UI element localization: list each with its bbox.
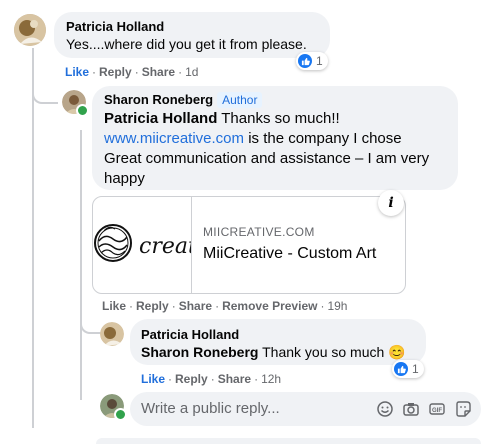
comment-text: Patricia Holland Thanks so much!! www.mi… xyxy=(104,109,454,189)
share-button[interactable]: Share xyxy=(142,65,175,79)
reply-input[interactable]: Write a public reply... xyxy=(141,400,280,417)
reply-button[interactable]: Reply xyxy=(99,65,132,79)
mention[interactable]: Sharon Roneberg xyxy=(141,344,258,360)
comment-actions: Like · Reply · Share · Remove Preview · 19h xyxy=(102,299,348,313)
text-line: Great communication and assistance – I a… xyxy=(104,150,430,167)
sticker-icon[interactable] xyxy=(453,399,473,419)
comment-actions: Like · Reply · Share · 1d xyxy=(65,65,199,79)
timestamp[interactable]: 12h xyxy=(261,372,281,386)
comment-author[interactable]: Patricia Holland xyxy=(66,19,164,34)
comment-actions: Like · Reply · Share · 12h xyxy=(141,372,282,386)
comment-bubble: Patricia Holland Sharon Roneberg Thank y… xyxy=(130,319,426,365)
reaction-count-value: 1 xyxy=(316,54,323,68)
camera-icon[interactable] xyxy=(401,399,421,419)
comment-author[interactable]: Patricia Holland xyxy=(141,327,239,342)
timestamp[interactable]: 1d xyxy=(185,65,198,79)
online-status-indicator xyxy=(114,408,127,421)
logo-script-text: creat xyxy=(139,234,191,259)
thread-line-nested xyxy=(80,130,82,400)
link-preview-card[interactable]: creat MIICREATIVE.COM MiiCreative - Cust… xyxy=(92,196,406,294)
share-button[interactable]: Share xyxy=(179,299,212,313)
link-preview-title[interactable]: MiiCreative - Custom Art xyxy=(203,245,376,263)
timestamp[interactable]: 19h xyxy=(327,299,347,313)
text-line: is the company I chose xyxy=(244,130,402,147)
like-button[interactable]: Like xyxy=(65,65,89,79)
thread-line xyxy=(32,48,34,428)
thread-line-curve xyxy=(32,90,58,104)
mention[interactable]: Patricia Holland xyxy=(104,110,217,127)
comment-author-line: Sharon Roneberg Author xyxy=(104,92,263,108)
link-preview-image: creat xyxy=(93,197,192,293)
text-line: happy xyxy=(104,170,145,187)
link-preview-domain: MIICREATIVE.COM xyxy=(203,225,315,239)
svg-text:GIF: GIF xyxy=(432,408,442,414)
reply-tools: GIF xyxy=(375,392,473,426)
text-line: Thanks so much!! xyxy=(217,110,340,127)
reply-button[interactable]: Reply xyxy=(136,299,169,313)
author-badge: Author xyxy=(217,92,263,108)
avatar[interactable] xyxy=(100,322,124,346)
thread-line-nested-curve xyxy=(80,320,102,334)
reaction-count[interactable]: 1 xyxy=(392,360,424,378)
info-icon[interactable]: i xyxy=(378,190,404,216)
online-status-indicator xyxy=(76,104,89,117)
comment-text: Sharon Roneberg Thank you so much 😊 xyxy=(141,342,406,362)
comment-text: Yes....where did you get it from please. xyxy=(66,36,307,52)
avatar[interactable] xyxy=(14,14,46,46)
reaction-count-value: 1 xyxy=(412,362,419,376)
reply-input-box[interactable]: Write a public reply... GIF xyxy=(130,392,481,426)
like-button[interactable]: Like xyxy=(102,299,126,313)
gif-icon[interactable]: GIF xyxy=(427,399,447,419)
text-line: Thank you so much xyxy=(258,344,389,360)
remove-preview-button[interactable]: Remove Preview xyxy=(222,299,317,313)
reply-button[interactable]: Reply xyxy=(175,372,208,386)
comment-bubble: Patricia Holland Yes....where did you ge… xyxy=(54,12,330,58)
miicreative-logo: creat xyxy=(94,224,191,262)
like-reaction-icon xyxy=(394,362,408,376)
share-button[interactable]: Share xyxy=(218,372,251,386)
smile-emoji: 😊 xyxy=(388,344,406,360)
website-link[interactable]: www.miicreative.com xyxy=(104,130,244,147)
next-item-placeholder xyxy=(96,438,481,444)
reaction-count[interactable]: 1 xyxy=(296,52,328,70)
like-button[interactable]: Like xyxy=(141,372,165,386)
comment-bubble: Sharon Roneberg Author Patricia Holland T… xyxy=(92,86,458,190)
comment-author[interactable]: Sharon Roneberg xyxy=(104,92,213,107)
emoji-icon[interactable] xyxy=(375,399,395,419)
like-reaction-icon xyxy=(298,54,312,68)
